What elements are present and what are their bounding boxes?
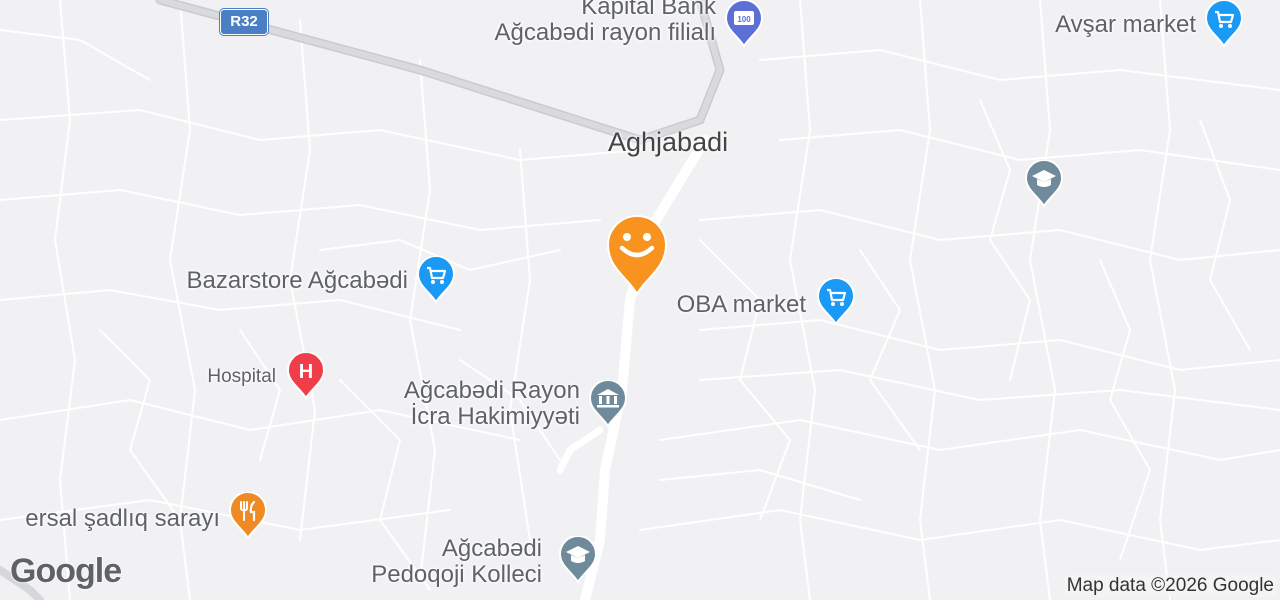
atm-icon: 100 — [724, 0, 764, 48]
market-pin-avsar[interactable] — [1204, 0, 1244, 48]
svg-text:100: 100 — [737, 15, 751, 24]
place-label-line: İcra Hakimiyyəti — [410, 403, 580, 430]
road-shield-r32: R32 — [220, 9, 268, 35]
government-building-icon — [588, 380, 628, 428]
market-pin-oba[interactable] — [816, 278, 856, 326]
restaurant-icon — [228, 492, 268, 540]
government-pin[interactable] — [588, 380, 628, 428]
place-label-pedoqoji-kolleci[interactable]: Ağcabədi Pedoqoji Kolleci — [320, 536, 542, 588]
market-pin-bazarstore[interactable] — [416, 256, 456, 304]
atm-pin[interactable]: 100 — [724, 0, 764, 48]
city-label: Aghjabadi — [608, 127, 729, 157]
place-label-line: Kapital Bank — [581, 0, 716, 20]
place-label-line: Pedoqoji Kolleci — [371, 561, 542, 588]
map-canvas[interactable]: R32 Aghjabadi Kapital Bank Ağcabədi rayo… — [0, 0, 1280, 600]
school-icon — [558, 536, 598, 584]
place-label-sadliq-sarayi[interactable]: ersal şadlıq sarayı — [0, 506, 220, 532]
place-label-bazarstore[interactable]: Bazarstore Ağcabədi — [140, 268, 408, 294]
shopping-cart-icon — [1204, 0, 1244, 48]
place-label-avsar-market[interactable]: Avşar market — [1000, 12, 1196, 38]
smiley-location-icon — [606, 215, 668, 297]
restaurant-pin[interactable] — [228, 492, 268, 540]
hospital-pin[interactable]: H — [286, 352, 326, 400]
place-label-line: Ağcabədi rayon filialı — [494, 19, 716, 46]
hospital-icon: H — [286, 352, 326, 400]
place-label-line: Ağcabədi Rayon — [403, 377, 580, 404]
map-attribution[interactable]: Map data ©2026 Google — [1064, 575, 1276, 597]
shopping-cart-icon — [416, 256, 456, 304]
school-icon — [1024, 160, 1064, 208]
place-label-hospital[interactable]: Hospital — [180, 366, 276, 388]
school-pin-northeast[interactable] — [1024, 160, 1064, 208]
place-label-line: Ağcabədi — [441, 535, 542, 562]
current-location-marker[interactable] — [604, 212, 670, 297]
shopping-cart-icon — [816, 278, 856, 326]
google-logo: Google — [9, 551, 123, 591]
svg-text:H: H — [299, 361, 313, 383]
place-label-hakimiyyeti[interactable]: Ağcabədi Rayon İcra Hakimiyyəti — [360, 378, 580, 430]
place-label-kapital-bank[interactable]: Kapital Bank Ağcabədi rayon filialı — [440, 0, 716, 46]
school-pin-kolleci[interactable] — [558, 536, 598, 584]
